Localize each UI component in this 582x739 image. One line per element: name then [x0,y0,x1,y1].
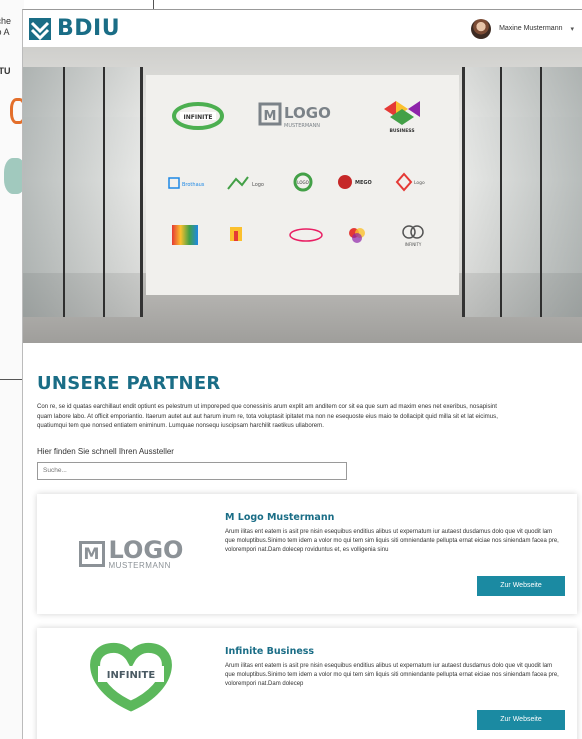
hero-logo-wall: INFINITE M LOGO MUSTERMANN BUSINESS Brot… [146,75,459,295]
background-text: sche [0,16,12,26]
wall-logo-circle: LOGO [292,171,314,193]
background-text: so A [0,27,10,37]
wall-logo-pink [286,225,326,245]
hero-mullion [500,67,502,317]
partner-body: M Logo Mustermann Arum ilitas ent eatem … [225,512,560,555]
svg-text:M: M [264,109,277,124]
wall-logo-label: BUSINESS [389,128,414,134]
partner-logo: M LOGO MUSTERMANN [61,524,201,584]
mlogo-word: LOGO MUSTERMANN [109,538,184,570]
mlogo-word-big: LOGO [108,535,184,564]
swoosh-logo-icon: Logo [227,176,264,190]
wall-logo-diamond: Logo [394,171,430,193]
mlogo-icon: M LOGO MUSTERMANN [78,538,184,570]
hero-mullion [540,67,542,317]
page-title: UNSERE PARTNER [37,373,221,394]
wall-logo-mego: MEGO [336,171,376,193]
wall-logo-label: LOGO [284,104,331,122]
wall-logo-mustermann: M LOGO MUSTERMANN [258,99,348,133]
brand-mark-icon [29,17,51,40]
partner-card: M LOGO MUSTERMANN M Logo Mustermann Arum… [37,493,577,614]
wall-logo-label: INFINITY [405,242,422,247]
visit-website-button[interactable]: Zur Webseite [477,709,565,730]
diamond-logo-icon: Logo [395,172,425,192]
partner-name: M Logo Mustermann [225,511,335,523]
wall-logo-label: MEGO [355,180,372,186]
wall-logo-infinite: INFINITE [170,101,226,131]
wall-logo-label: INFINITE [183,114,212,121]
wall-logo-label: LOGO [297,180,308,185]
flower-logo-icon [349,228,365,243]
wall-logo-logo-a: Logo [226,173,270,193]
site-header: BDIU Maxine Mustermann ▾ [23,10,582,47]
brand-name: BDIU [57,16,121,41]
partner-body: Infinite Business Arum ilitas ent eatem … [225,646,560,689]
hero-mullion [103,67,105,317]
intro-text: Con re, se id quatas earchillaut endit o… [37,403,498,429]
hero-glass-left [23,67,143,317]
background-window-strip: sche so A NTU [0,0,24,739]
background-text: NTU [0,66,11,76]
partner-logo: INFINITE [61,642,201,711]
avatar [471,18,492,39]
mlogo-box: M [78,540,105,567]
partner-description: Arum ilitas ent eatem is asit pre nisin … [225,528,559,553]
wall-logo-label: Logo [414,180,425,186]
infinite-logo-icon: INFINITE [172,102,224,130]
wall-logo-flower [346,225,368,245]
hero-mullion [63,67,65,317]
mego-logo-icon: MEGO [338,175,372,189]
search-input[interactable] [37,461,347,480]
search-label: Hier finden Sie schnell Ihren Aussteller [37,446,174,456]
mlogo-word-small: MUSTERMANN [108,560,171,570]
business-logo-icon: BUSINESS [384,101,420,134]
wall-logo-brothaus: Brothaus [168,175,208,191]
pink-logo-icon [289,228,323,242]
hero-glass-right [462,67,582,317]
brand-logo[interactable]: BDIU [29,16,120,41]
partners-section: UNSERE PARTNER Con re, se id quatas earc… [23,343,582,739]
user-name: Maxine Mustermann [499,25,563,32]
infinite-logo-word: INFINITE [107,670,156,681]
wall-logo-business: BUSINESS [374,95,430,135]
wall-logo-stripes [172,225,198,245]
wall-logo-infinity: INFINITY [396,221,430,249]
infinite-logo-icon: INFINITE [90,642,172,711]
partner-name: Infinite Business [225,645,315,657]
chevron-down-icon: ▾ [570,25,574,33]
wall-logo-label: Logo [252,182,264,188]
user-menu[interactable]: Maxine Mustermann ▾ [471,18,574,39]
partner-description: Arum ilitas ent eatem is asit pre nisin … [225,662,559,687]
hero-image: INFINITE M LOGO MUSTERMANN BUSINESS Brot… [23,47,582,343]
wall-logo-label: Brothaus [182,182,205,188]
brothaus-logo-icon: Brothaus [168,177,205,189]
circle-logo-icon: LOGO [293,172,313,192]
partner-card: INFINITE Infinite Business Arum ilitas e… [37,627,577,739]
house-logo-icon [230,227,242,241]
wall-logo-sub: MUSTERMANN [284,123,320,129]
wall-logo-house [226,223,252,245]
visit-website-button[interactable]: Zur Webseite [477,575,565,596]
mlogo-icon: M LOGO MUSTERMANN [258,102,331,129]
infinity-logo-icon: INFINITY [402,225,424,247]
background-logo [4,158,24,194]
browser-window: BDIU Maxine Mustermann ▾ INFINITE M LOGO… [22,9,582,739]
